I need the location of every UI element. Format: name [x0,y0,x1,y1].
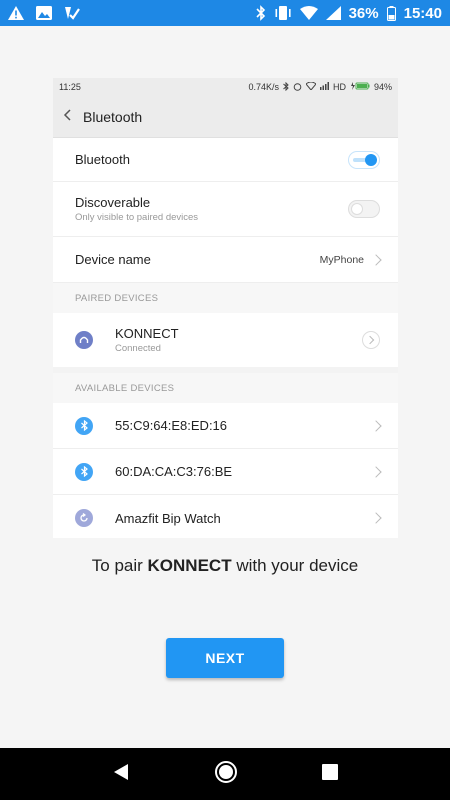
device-name-value: MyPhone [319,253,364,266]
navigation-bar [0,748,450,800]
headphones-icon [75,331,93,349]
device-details-icon[interactable] [362,331,380,349]
bluetooth-device-icon [75,416,93,435]
back-nav-icon[interactable] [112,763,130,786]
bluetooth-device-icon [75,462,93,481]
bluetooth-settings-screenshot: 11:25 0.74K/s HD 94% Bluetooth Bluetooth… [53,78,398,538]
available-device-row[interactable]: 60:DA:CA:C3:76:BE [53,449,398,495]
battery-percent: 36% [348,4,379,22]
app-check-icon [64,6,80,20]
bluetooth-toggle[interactable] [348,150,380,169]
inner-title: Bluetooth [83,108,143,125]
caption-suffix: with your device [231,556,359,575]
wifi-icon [299,6,318,20]
available-device-name: 60:DA:CA:C3:76:BE [115,464,233,479]
caption-prefix: To pair [91,556,148,575]
inner-status-bar: 11:25 0.74K/s HD 94% [53,78,398,96]
status-bar: 36% 15:40 [0,0,450,26]
inner-signal-icon [319,82,329,92]
inner-speed: 0.74K/s [248,82,279,92]
inner-time: 11:25 [59,82,81,92]
paired-device-name: KONNECT [115,326,179,341]
device-name-label: Device name [75,252,151,267]
available-device-name: Amazfit Bip Watch [115,510,221,526]
image-icon [36,6,52,20]
inner-network: HD [332,82,346,92]
discoverable-row[interactable]: Discoverable Only visible to paired devi… [53,182,398,237]
warning-icon [8,6,24,20]
bluetooth-icon [256,5,266,21]
alarm-icon [293,82,302,93]
discoverable-sub: Only visible to paired devices [75,212,199,223]
available-device-row[interactable]: 55:C9:64:E8:ED:16 [53,403,398,449]
inner-wifi-icon [305,81,317,92]
back-icon[interactable] [63,108,71,126]
bluetooth-label: Bluetooth [75,152,130,167]
recents-nav-icon[interactable] [322,763,338,785]
paired-device-row[interactable]: KONNECT Connected [53,313,398,367]
paired-devices-header: PAIRED DEVICES [53,283,398,313]
bluetooth-toggle-row[interactable]: Bluetooth [53,138,398,182]
home-nav-icon[interactable] [214,760,238,789]
chevron-right-icon [370,512,382,524]
device-name-row[interactable]: Device name MyPhone [53,237,398,283]
paired-device-status: Connected [115,343,161,354]
chevron-right-icon [370,253,382,266]
inner-header: Bluetooth [53,96,398,138]
available-device-row[interactable]: Amazfit Bip Watch [53,495,398,541]
chevron-right-icon [370,419,382,432]
battery-icon [386,5,396,21]
next-button[interactable]: NEXT [166,638,284,678]
signal-icon [325,6,341,20]
sync-device-icon [75,509,93,527]
vibrate-icon [274,6,292,20]
discoverable-label: Discoverable [75,195,151,210]
available-devices-header: AVAILABLE DEVICES [53,373,398,403]
inner-bluetooth-icon [283,81,289,93]
charging-battery-icon [350,82,370,92]
discoverable-toggle[interactable] [348,200,380,218]
pairing-instruction: To pair KONNECT with your device [0,556,450,576]
caption-device: KONNECT [147,556,232,575]
chevron-right-icon [370,465,382,478]
available-device-name: 55:C9:64:E8:ED:16 [115,418,228,433]
inner-battery: 94% [373,82,392,92]
clock: 15:40 [403,4,442,22]
